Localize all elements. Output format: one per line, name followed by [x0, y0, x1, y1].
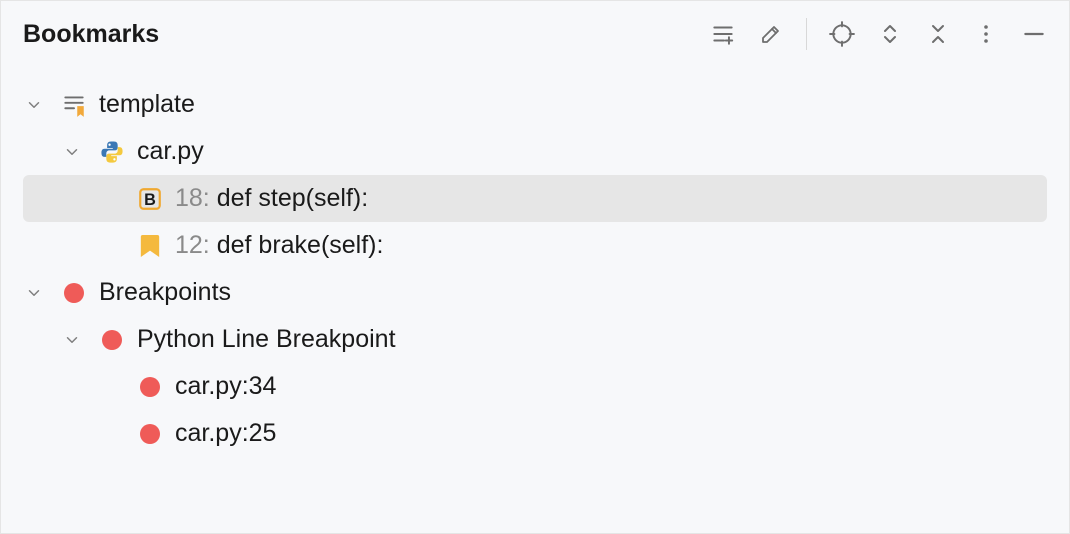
bookmarks-panel: Bookmarks [0, 0, 1070, 534]
breakpoint-icon [135, 419, 165, 449]
bookmark-list-icon [59, 90, 89, 120]
python-file-icon [97, 137, 127, 167]
panel-title: Bookmarks [23, 20, 159, 49]
line-number: 12: [175, 231, 210, 259]
chevron-down-icon[interactable] [23, 284, 45, 302]
group-breakpoints[interactable]: Breakpoints [23, 269, 1047, 316]
group-label: Breakpoints [99, 278, 231, 307]
more-icon[interactable] [971, 19, 1001, 49]
breakpoint-icon [59, 278, 89, 308]
bookmark-label: 12: def brake(self): [175, 231, 383, 260]
mnemonic-b-icon: B [135, 184, 165, 214]
target-icon[interactable] [827, 19, 857, 49]
breakpoint-location: car.py:34 [175, 372, 276, 401]
bookmark-flag[interactable]: 12: def brake(self): [23, 222, 1047, 269]
edit-icon[interactable] [756, 19, 786, 49]
chevron-down-icon[interactable] [61, 143, 83, 161]
panel-toolbar [708, 18, 1049, 50]
bookmark-flag-icon [135, 231, 165, 261]
breakpoint-icon [97, 325, 127, 355]
breakpoint-icon [135, 372, 165, 402]
minimize-icon[interactable] [1019, 19, 1049, 49]
svg-text:B: B [144, 190, 156, 208]
code-text: def step(self): [210, 184, 368, 212]
up-down-icon[interactable] [875, 19, 905, 49]
breakpoint-location: car.py:25 [175, 419, 276, 448]
group-label: template [99, 90, 195, 119]
toolbar-separator [806, 18, 807, 50]
collapse-icon[interactable] [923, 19, 953, 49]
bookmark-mnemonic-b[interactable]: B 18: def step(self): [23, 175, 1047, 222]
breakpoint-item[interactable]: car.py:25 [23, 410, 1047, 457]
breakpoint-item[interactable]: car.py:34 [23, 363, 1047, 410]
bookmark-label: 18: def step(self): [175, 184, 368, 213]
chevron-down-icon[interactable] [61, 331, 83, 349]
file-car-py[interactable]: car.py [23, 128, 1047, 175]
file-label: car.py [137, 137, 204, 166]
breakpoint-type-label: Python Line Breakpoint [137, 325, 396, 354]
add-list-icon[interactable] [708, 19, 738, 49]
breakpoint-type-python-line[interactable]: Python Line Breakpoint [23, 316, 1047, 363]
chevron-down-icon[interactable] [23, 96, 45, 114]
bookmarks-tree: template car.py [1, 59, 1069, 457]
group-template[interactable]: template [23, 81, 1047, 128]
code-text: def brake(self): [210, 231, 384, 259]
panel-header: Bookmarks [1, 1, 1069, 59]
line-number: 18: [175, 184, 210, 212]
